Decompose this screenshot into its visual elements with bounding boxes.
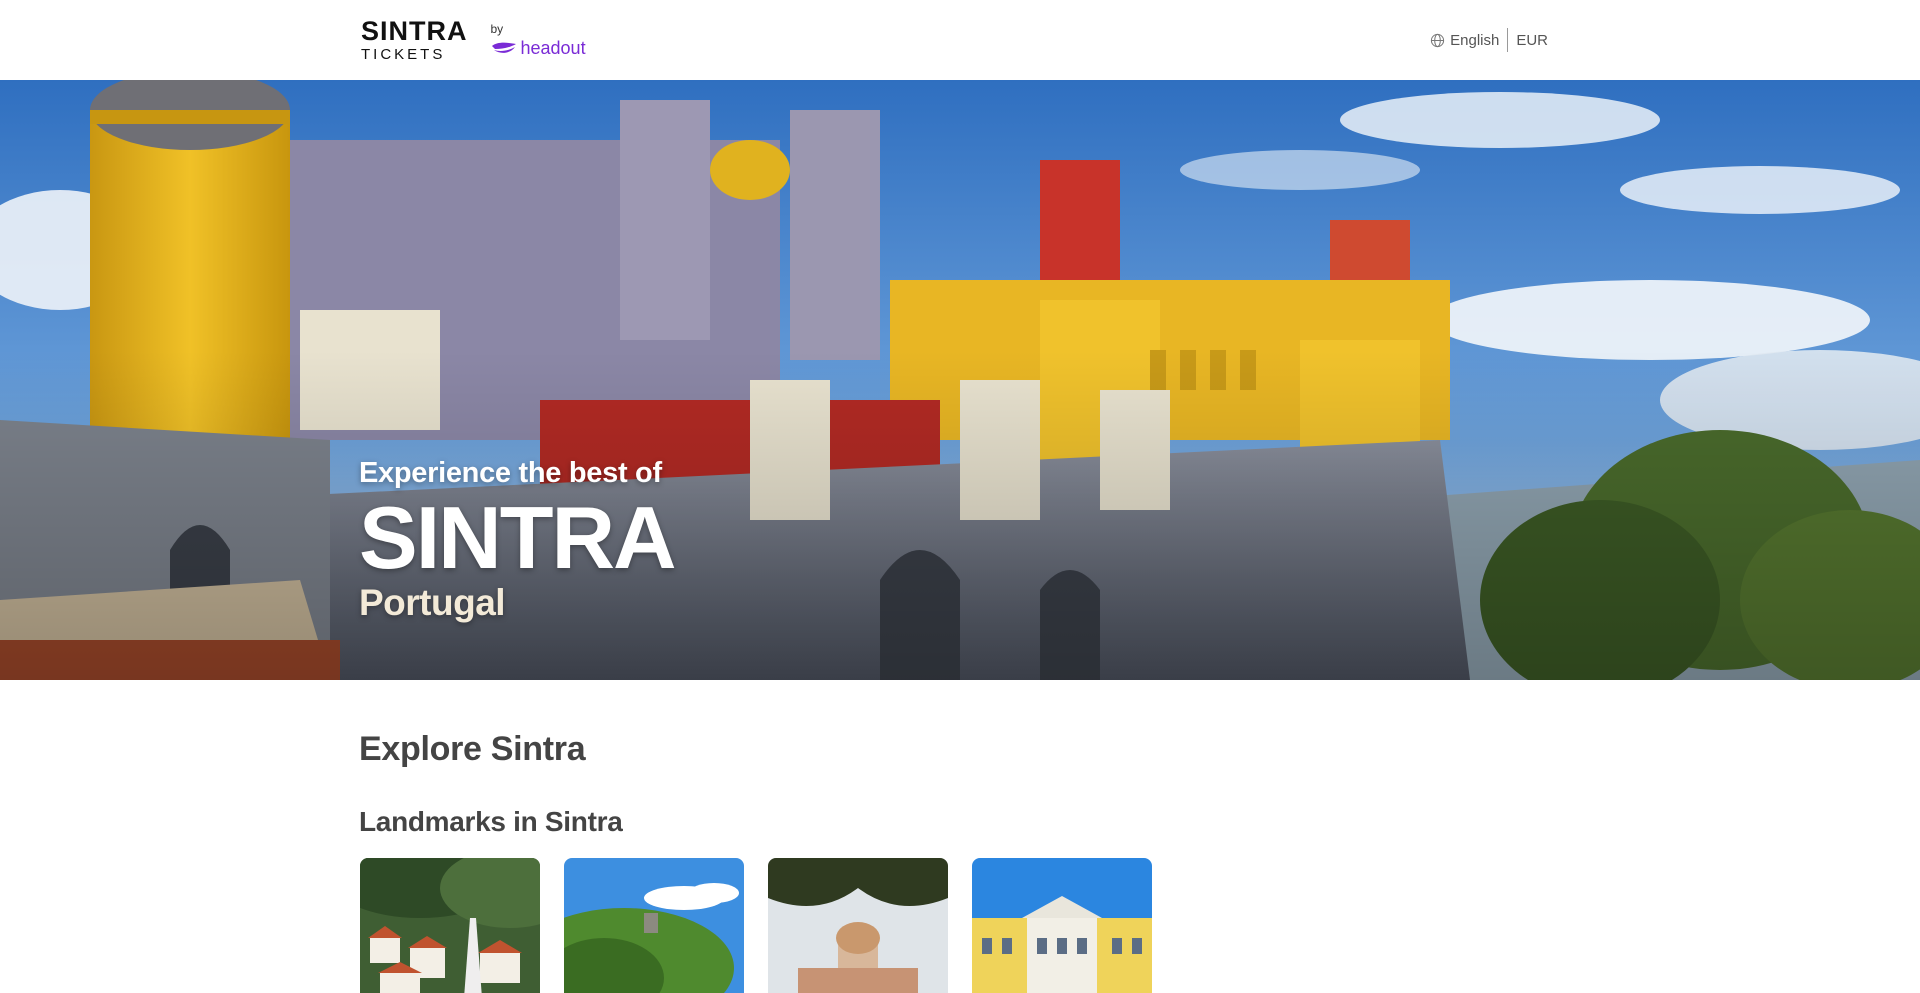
landmark-cards: [360, 858, 1152, 993]
hero-tagline: Experience the best of: [359, 457, 662, 489]
logo-subtitle: TICKETS: [361, 46, 446, 63]
landmark-image-sintra-town: [360, 858, 540, 993]
pena-palace-hero-image: [0, 80, 1920, 680]
hero-banner: Experience the best of SINTRA Portugal: [0, 80, 1920, 680]
headout-wordmark: headout: [520, 38, 586, 58]
landmark-image-moorish-castle: [564, 858, 744, 993]
headout-logo: headout: [491, 39, 586, 57]
hero-city-name: SINTRA: [359, 488, 677, 587]
logo-by-label: by: [490, 22, 504, 36]
logo-title: SINTRA: [361, 16, 468, 46]
landmarks-heading: Landmarks in Sintra: [359, 806, 623, 837]
currency-selector[interactable]: EUR: [1516, 32, 1548, 49]
sintra-tickets-logo: SINTRA TICKETS: [361, 16, 468, 63]
partner-logo: by headout: [491, 20, 586, 60]
site-header: SINTRA TICKETS by headout English EUR: [0, 0, 1920, 80]
site-logo[interactable]: SINTRA TICKETS by headout: [361, 16, 586, 63]
landmark-card[interactable]: [564, 858, 744, 993]
headout-icon: [491, 42, 516, 53]
locale-switcher: English EUR: [1430, 28, 1548, 52]
hero-country-name: Portugal: [359, 582, 506, 623]
landmark-card[interactable]: [360, 858, 540, 993]
landmark-card[interactable]: [972, 858, 1152, 993]
landmark-image-queluz-palace: [972, 858, 1152, 993]
globe-icon: [1431, 33, 1445, 47]
locale-divider: [1507, 28, 1509, 52]
hero-headline: Experience the best of SINTRA Portugal: [359, 457, 677, 624]
language-label: English: [1450, 31, 1500, 49]
landmark-image-monserrate-palace: [768, 858, 948, 993]
language-selector[interactable]: English: [1430, 32, 1499, 49]
explore-heading: Explore Sintra: [359, 730, 586, 768]
landmark-card[interactable]: [768, 858, 948, 993]
